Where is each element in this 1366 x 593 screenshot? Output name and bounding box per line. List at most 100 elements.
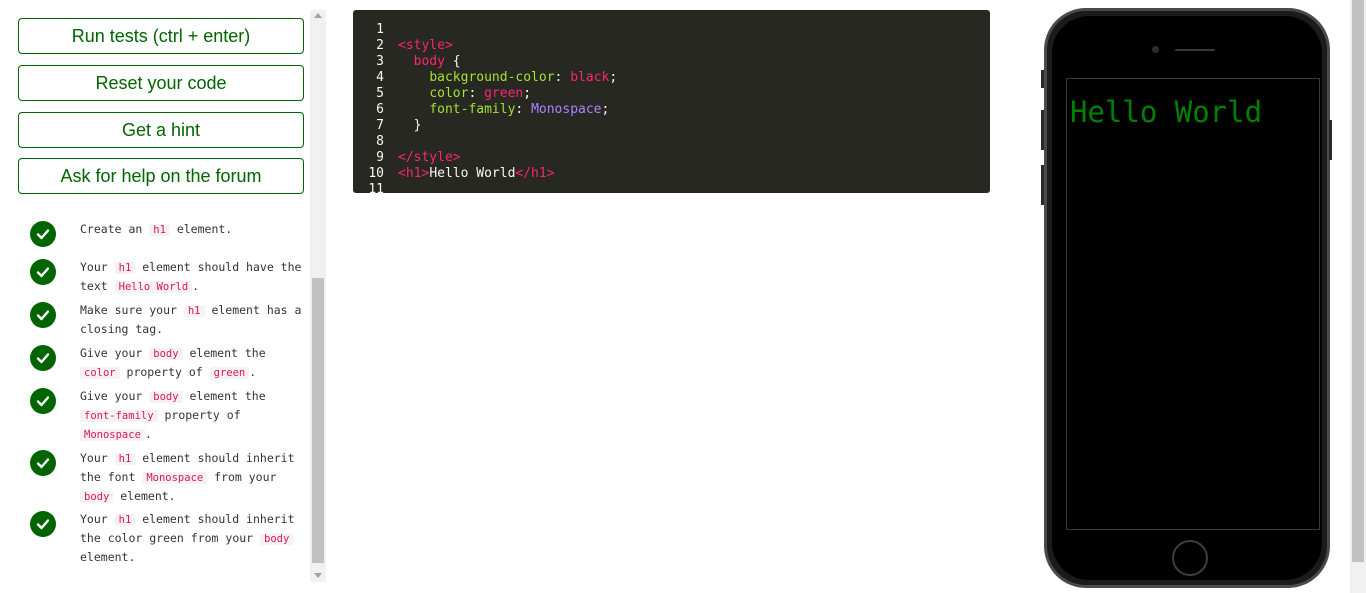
test-text: Your h1 element should inherit the color… <box>80 510 305 566</box>
test-text-segment: element the <box>182 389 266 403</box>
code-editor[interactable]: 1 2 <style> 3 body {4 background-color: bla… <box>353 10 990 193</box>
inline-code: body <box>260 533 294 545</box>
inline-code: body <box>149 391 183 403</box>
code-line[interactable]: 2 <style> <box>353 38 453 54</box>
test-text-segment: property of <box>119 365 210 379</box>
code-token: green <box>484 86 524 101</box>
checkmark-icon <box>30 388 56 414</box>
code-token: } <box>398 118 422 133</box>
get-hint-button[interactable]: Get a hint <box>18 112 304 148</box>
code-token: font-family <box>429 102 516 117</box>
phone-side-button <box>1041 70 1044 88</box>
code-line[interactable]: 10 <h1>Hello World</h1> <box>353 166 555 182</box>
checkmark-icon <box>30 302 56 328</box>
line-number: 5 <box>376 86 384 101</box>
code-line[interactable]: 4 background-color: black; <box>353 70 617 86</box>
code-token: : <box>468 86 485 101</box>
scroll-down-icon[interactable] <box>314 573 322 578</box>
inline-code: h1 <box>114 262 136 274</box>
test-text-segment: element. <box>169 222 233 236</box>
inline-code: font-family <box>80 410 158 422</box>
scroll-thumb[interactable] <box>312 278 324 563</box>
test-text-segment: element. <box>113 489 176 503</box>
checkmark-icon <box>30 259 56 285</box>
inline-code: body <box>80 491 114 503</box>
reset-code-button[interactable]: Reset your code <box>18 65 304 101</box>
test-text-segment: element. <box>80 550 136 564</box>
code-token: Hello World <box>429 166 516 181</box>
inline-code: h1 <box>183 305 205 317</box>
test-text: Make sure your h1 element has a closing … <box>80 301 305 338</box>
phone-volume-up <box>1041 110 1044 150</box>
page-scrollbar[interactable] <box>1350 0 1366 593</box>
home-button-icon <box>1172 540 1208 576</box>
code-line[interactable]: 5 color: green; <box>353 86 531 102</box>
test-text-segment: . <box>144 427 152 441</box>
page-scroll-thumb[interactable] <box>1352 0 1364 562</box>
code-token: black <box>570 70 610 85</box>
test-text-segment: . <box>192 279 200 293</box>
code-token: { <box>444 54 461 69</box>
test-text: Give your body element the font-family p… <box>80 387 305 444</box>
test-text: Create an h1 element. <box>80 220 305 239</box>
inline-code: Monospace <box>142 472 208 484</box>
left-scrollbar[interactable] <box>310 10 326 582</box>
code-token: Monospace <box>531 102 602 117</box>
checkmark-icon <box>30 221 56 247</box>
preview-heading: Hello World <box>1070 95 1263 129</box>
test-text: Your h1 element should inherit the font … <box>80 449 305 506</box>
line-number: 10 <box>368 166 384 181</box>
test-text: Give your body element the color propert… <box>80 344 305 382</box>
test-text-segment: property of <box>157 408 241 422</box>
code-line[interactable]: 1 <box>353 22 398 38</box>
scroll-up-icon[interactable] <box>314 13 322 18</box>
code-line[interactable]: 8 <box>353 134 398 150</box>
phone-frame: Hello World <box>1044 8 1330 588</box>
run-tests-button[interactable]: Run tests (ctrl + enter) <box>18 18 304 54</box>
code-token: ; <box>609 70 618 85</box>
code-line[interactable]: 11 <box>353 182 398 193</box>
forum-help-button[interactable]: Ask for help on the forum <box>18 158 304 194</box>
code-token: : <box>554 70 571 85</box>
line-number: 9 <box>376 150 384 165</box>
code-token: ; <box>523 86 532 101</box>
code-line[interactable]: 7 } <box>353 118 421 134</box>
test-text-segment: Make sure your <box>80 303 184 317</box>
checkmark-icon <box>30 450 56 476</box>
inline-code: body <box>149 348 183 360</box>
inline-code: color <box>80 367 120 379</box>
line-number: 7 <box>376 118 384 133</box>
line-number: 1 <box>376 22 384 37</box>
test-text-segment: Give your <box>80 389 150 403</box>
preview-screen: Hello World <box>1066 78 1320 530</box>
code-line[interactable]: 6 font-family: Monospace; <box>353 102 609 118</box>
line-number: 2 <box>376 38 384 53</box>
line-number: 3 <box>376 54 384 69</box>
code-line[interactable]: 9 </style> <box>353 150 461 166</box>
code-token: : <box>515 102 532 117</box>
code-line[interactable]: 3 body { <box>353 54 461 70</box>
inline-code: Hello World <box>114 281 193 293</box>
checkmark-icon <box>30 511 56 537</box>
code-token: <h1> <box>398 166 430 181</box>
instructions-panel: Run tests (ctrl + enter) Reset your code… <box>0 0 310 593</box>
inline-code: h1 <box>149 224 170 236</box>
test-text-segment: Your <box>80 260 115 274</box>
phone-volume-down <box>1041 165 1044 205</box>
code-token: <style> <box>398 38 453 53</box>
code-token: </style> <box>398 150 461 165</box>
inline-code: h1 <box>114 514 136 526</box>
test-text-segment: . <box>249 365 257 379</box>
test-text-segment: Create an <box>80 222 150 236</box>
code-token: </h1> <box>515 166 555 181</box>
inline-code: green <box>209 367 250 379</box>
test-text: Your h1 element should have the text Hel… <box>80 258 305 296</box>
camera-icon <box>1152 46 1159 53</box>
line-number: 8 <box>376 134 384 149</box>
checkmark-icon <box>30 345 56 371</box>
test-text-segment: from your <box>207 470 277 484</box>
